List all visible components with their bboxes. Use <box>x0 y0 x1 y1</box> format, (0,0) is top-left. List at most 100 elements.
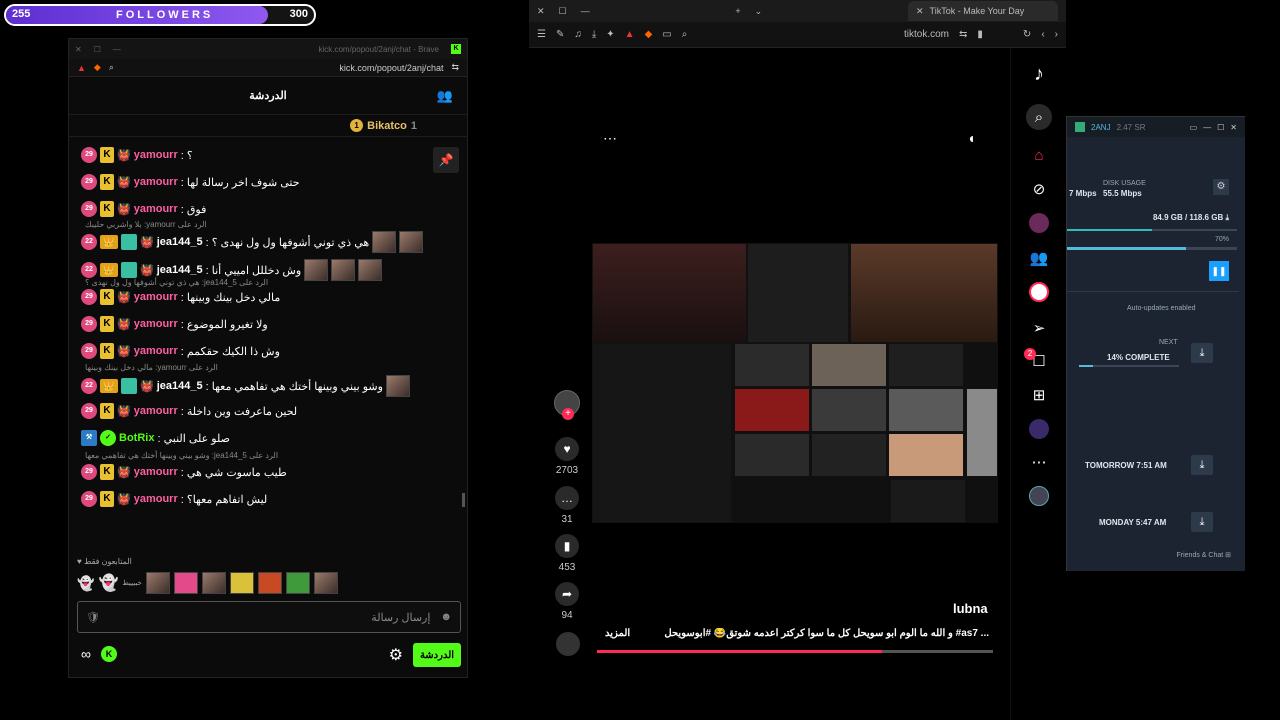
chat-message[interactable]: 29 K 👹 yamourr : ؟ <box>81 147 447 163</box>
gear-icon[interactable]: ⚙ <box>1213 179 1229 195</box>
ghost-emote-icon[interactable]: 👻 <box>98 573 118 593</box>
menu-icon[interactable]: ☰ <box>537 29 546 40</box>
bookmark-icon[interactable]: ▮ <box>977 29 983 40</box>
download-icon[interactable]: ⤓ <box>1191 512 1213 532</box>
video-progress-track[interactable] <box>597 650 993 653</box>
minimize-icon[interactable]: — <box>113 45 121 54</box>
infinity-icon[interactable]: ∞ <box>81 646 91 662</box>
maximize-icon[interactable]: ☐ <box>559 6 567 17</box>
save-action[interactable]: ▮ 453 <box>554 534 580 573</box>
reply-context[interactable]: مالي دخل بينك وبينها :yamourr الرد على <box>85 363 218 372</box>
reply-context[interactable]: بلا واشربي حليبك :yamourr الرد على <box>85 220 207 229</box>
ghost-emote-icon[interactable]: 👻 <box>77 575 94 592</box>
chat-username[interactable]: jea144_5 <box>157 264 203 276</box>
chat-message[interactable]: 22 👑 👹 jea144_5 : وشو بيني وبينها أختك ه… <box>81 375 447 397</box>
minimize-icon[interactable]: — <box>581 6 590 16</box>
author-name[interactable]: lubna <box>953 601 988 616</box>
download-icon[interactable]: ⤓ <box>1191 343 1213 363</box>
emote-image[interactable] <box>285 572 310 594</box>
sound-avatar[interactable] <box>556 632 580 656</box>
chat-username[interactable]: jea144_5 <box>157 380 203 392</box>
send-button[interactable]: الدردشة <box>413 643 461 667</box>
forward-icon[interactable]: › <box>1055 29 1058 40</box>
maximize-icon[interactable]: ☐ <box>1217 123 1224 132</box>
chat-username[interactable]: yamourr <box>134 405 178 417</box>
bookmark-icon[interactable]: ▮ <box>555 534 579 558</box>
author-avatar[interactable]: + <box>554 390 580 420</box>
follow-plus-icon[interactable]: + <box>562 408 574 420</box>
maximize-icon[interactable]: ☐ <box>94 45 101 54</box>
brave-shield-icon[interactable]: ◆ <box>645 29 653 40</box>
more-link[interactable]: المزيد <box>605 628 630 639</box>
reload-icon[interactable]: ↻ <box>1023 29 1031 40</box>
kick-coin-icon[interactable]: K <box>100 646 117 662</box>
chat-username[interactable]: yamourr <box>134 345 178 357</box>
extension-icon[interactable]: ✦ <box>606 29 614 40</box>
tab-close-icon[interactable]: ✕ <box>916 6 924 17</box>
emoji-icon[interactable]: ☻ <box>440 611 452 623</box>
steam-username[interactable]: 2ANJ <box>1091 123 1111 132</box>
lens-icon[interactable]: ⌕ <box>109 62 114 73</box>
upload-icon[interactable]: ⊞ <box>1029 385 1049 405</box>
brave-shield-icon[interactable]: ◆ <box>94 62 101 73</box>
music-icon[interactable]: ♫ <box>574 29 582 40</box>
volume-icon[interactable]: ◖ <box>967 130 975 146</box>
close-icon[interactable]: ✕ <box>75 45 82 54</box>
chat-message[interactable]: 29 K 👹 yamourr : لحين ماعرفت وين داخلة <box>81 403 447 419</box>
users-icon[interactable]: 👥 <box>437 88 453 104</box>
heart-icon[interactable]: ♥ <box>555 437 579 461</box>
chat-username[interactable]: yamourr <box>134 493 178 505</box>
shield-icon[interactable]: 🛡 <box>86 611 100 624</box>
emote-image[interactable] <box>145 572 170 594</box>
emote-image[interactable] <box>257 572 282 594</box>
home-icon[interactable]: ⌂ <box>1029 145 1049 165</box>
reply-context[interactable]: وشو بيني وبينها أختك هي تفاهمي معها :jea… <box>85 451 278 460</box>
share-icon[interactable]: ➦ <box>555 582 579 606</box>
like-action[interactable]: ♥ 2703 <box>554 437 580 476</box>
emote-image[interactable] <box>173 572 198 594</box>
pin-icon[interactable]: ✎ <box>556 29 564 40</box>
chat-message[interactable]: 29 K 👹 yamourr : وش ذا الكيك حقكمم <box>81 343 447 359</box>
more-options-icon[interactable]: ⋯ <box>603 130 617 147</box>
chat-message[interactable]: 29 K 👹 yamourr : ولا تغيرو الموضوع <box>81 316 447 332</box>
download-icon[interactable]: ⤓ <box>592 29 596 40</box>
site-settings-icon[interactable]: ⇆ <box>451 62 459 73</box>
explore-icon[interactable]: ⊘ <box>1029 179 1049 199</box>
screen-icon[interactable]: ▭ <box>662 29 671 40</box>
chat-username[interactable]: yamourr <box>134 466 178 478</box>
chat-scrollbar[interactable] <box>462 493 465 507</box>
tab-list-icon[interactable]: ⌄ <box>755 6 763 17</box>
site-settings-icon[interactable]: ⇆ <box>959 29 967 40</box>
reply-context[interactable]: هي ذي توني أشوفها ول ول نهدى ؟ :jea144_5… <box>85 278 268 287</box>
chat-username[interactable]: yamourr <box>134 149 178 161</box>
chat-username[interactable]: yamourr <box>134 318 178 330</box>
chat-message[interactable]: 22 👑 👹 jea144_5 : هي ذي توني أشوفها ول و… <box>81 231 447 253</box>
brave-rewards-icon[interactable]: ▲ <box>77 63 86 73</box>
more-icon[interactable]: ⋯ <box>1029 452 1049 472</box>
gear-icon[interactable]: ⚙ <box>389 645 403 665</box>
comment-action[interactable]: … 31 <box>554 486 580 525</box>
back-icon[interactable]: ‹ <box>1041 29 1044 40</box>
chat-username[interactable]: jea144_5 <box>157 236 203 248</box>
close-icon[interactable]: ✕ <box>537 6 545 17</box>
emote-image[interactable] <box>229 572 254 594</box>
live-avatar-icon[interactable] <box>1029 282 1049 302</box>
tiktok-logo-icon[interactable]: ♪ <box>1029 63 1049 85</box>
emote-image[interactable] <box>313 572 338 594</box>
share-action[interactable]: ➦ 94 <box>554 582 580 621</box>
new-tab-icon[interactable]: + <box>735 6 740 16</box>
following-icon[interactable]: 👥 <box>1029 248 1049 268</box>
pinned-gifter-bar[interactable]: 1 Bikatco 1 <box>69 115 467 137</box>
brave-rewards-icon[interactable]: ▲ <box>625 29 635 40</box>
chat-username[interactable]: yamourr <box>134 203 178 215</box>
comment-icon[interactable]: … <box>555 486 579 510</box>
chat-input[interactable]: 🛡 إرسال رسالة ☻ <box>77 601 461 633</box>
close-icon[interactable]: ✕ <box>1230 123 1237 132</box>
minimize-icon[interactable]: — <box>1203 123 1211 132</box>
chat-username[interactable]: yamourr <box>134 291 178 303</box>
chat-message[interactable]: 29 K 👹 yamourr : فوق <box>81 201 447 217</box>
live-avatar-icon[interactable] <box>1029 419 1049 439</box>
chat-message[interactable]: 29 K 👹 yamourr : مالي دخل بينك وبينها <box>81 289 447 305</box>
download-icon[interactable]: ⤓ <box>1191 455 1213 475</box>
chat-message[interactable]: 29 K 👹 yamourr : حتى شوف اخر رسالة لها <box>81 174 447 190</box>
